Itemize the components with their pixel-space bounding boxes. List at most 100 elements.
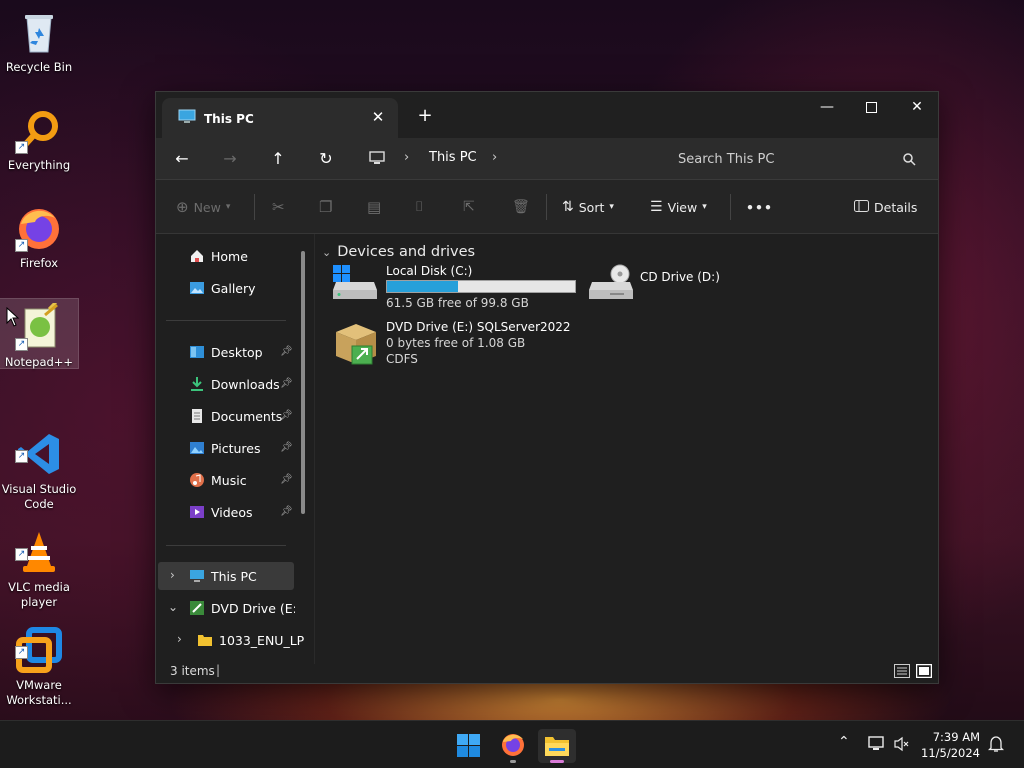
toolbar-divider	[546, 194, 547, 220]
rename-button[interactable]: ⌷	[415, 196, 423, 218]
sort-icon: ⇅	[562, 199, 574, 215]
share-button[interactable]: ⇱	[463, 196, 475, 218]
desktop-icon-vscode[interactable]: ↗ Visual Studio Code	[0, 394, 78, 511]
chevron-right-icon[interactable]: ›	[170, 568, 175, 582]
clock-time: 7:39 AM	[932, 730, 980, 744]
chevron-right-icon[interactable]: ›	[177, 632, 182, 646]
sidebar-item-label: Downloads	[211, 377, 280, 392]
videos-icon	[190, 506, 204, 518]
drive-filesystem: CDFS	[386, 352, 418, 366]
pictures-icon	[190, 442, 204, 454]
new-button[interactable]: ⊕ New ▾	[176, 196, 230, 218]
sidebar-item-home[interactable]: Home	[156, 242, 294, 270]
pane-divider[interactable]	[314, 234, 315, 664]
copy-button[interactable]: ❐	[319, 196, 332, 218]
clipboard-icon: ▤	[367, 198, 382, 216]
search-icon	[903, 153, 916, 166]
refresh-button[interactable]: ↻	[314, 147, 338, 171]
sort-button[interactable]: ⇅ Sort ▾	[562, 196, 614, 218]
maximize-button[interactable]	[848, 92, 894, 122]
sidebar-item-videos[interactable]: Videos 📌︎	[156, 498, 294, 526]
sidebar-item-music[interactable]: Music 📌︎	[156, 466, 294, 494]
tab-this-pc[interactable]: This PC ✕	[162, 98, 398, 138]
desktop-icon-label: Firefox	[19, 256, 59, 270]
taskbar-firefox[interactable]	[495, 729, 531, 763]
drive-local-disk-c[interactable]: Local Disk (C:) 61.5 GB free of 99.8 GB	[332, 262, 580, 312]
group-header-devices[interactable]: ⌄ Devices and drives	[322, 244, 475, 260]
sidebar-item-dvd-drive[interactable]: ⌄ DVD Drive (E:) SQ	[156, 594, 295, 622]
breadcrumb-chevron-icon[interactable]: ›	[404, 150, 409, 165]
drive-free-space: 0 bytes free of 1.08 GB	[386, 336, 526, 350]
shortcut-arrow-icon: ↗	[15, 141, 28, 154]
drive-dvd-e[interactable]: DVD Drive (E:) SQLServer2022 0 bytes fre…	[332, 320, 592, 372]
large-icons-view-icon[interactable]	[916, 664, 932, 678]
hard-drive-windows-icon	[333, 265, 377, 299]
breadcrumb-this-pc[interactable]: This PC	[429, 150, 477, 165]
details-label: Details	[874, 199, 918, 215]
running-indicator	[510, 760, 516, 763]
sidebar-scrollbar[interactable]	[301, 251, 305, 514]
firefox-icon: ↗	[15, 204, 63, 252]
firefox-icon	[502, 734, 524, 756]
sidebar-item-1033-enu-lp[interactable]: › 1033_ENU_LP	[156, 626, 304, 654]
taskbar-file-explorer[interactable]	[538, 729, 576, 763]
close-window-button[interactable]: ✕	[894, 92, 940, 122]
chevron-down-icon[interactable]: ⌄	[168, 600, 178, 614]
sidebar-item-this-pc[interactable]: › This PC	[158, 562, 294, 590]
pin-icon: 📌︎	[280, 506, 293, 517]
back-button[interactable]: ←	[170, 147, 194, 171]
cut-button[interactable]: ✂	[272, 196, 285, 218]
view-button[interactable]: ☰ View ▾	[650, 196, 707, 218]
show-hidden-icons-button[interactable]: ⌃	[838, 734, 850, 750]
cd-drive-icon	[589, 264, 633, 299]
volume-muted-icon[interactable]	[893, 736, 911, 752]
start-button[interactable]	[450, 729, 486, 763]
desktop-icon-label: Recycle Bin	[5, 60, 73, 74]
tab-title: This PC	[204, 112, 254, 126]
pin-icon: 📌︎	[280, 474, 293, 485]
new-tab-button[interactable]: +	[414, 106, 436, 128]
title-bar: This PC ✕ + — ✕	[156, 92, 938, 138]
network-icon[interactable]	[868, 736, 886, 752]
sidebar-item-label: DVD Drive (E:) SQ	[211, 601, 295, 616]
details-pane-button[interactable]: Details	[854, 196, 917, 218]
desktop-icon-label: Notepad++	[4, 355, 74, 369]
desktop-icon-recycle-bin[interactable]: Recycle Bin	[0, 2, 78, 78]
delete-button[interactable]: 🗑︎	[512, 196, 530, 218]
drive-cd-d[interactable]: CD Drive (D:)	[588, 262, 738, 310]
system-clock[interactable]: 7:39 AM 11/5/2024	[921, 729, 980, 761]
desktop-icon-vlc[interactable]: ↗ VLC media player	[0, 492, 78, 609]
minimize-button[interactable]: —	[804, 92, 850, 122]
desktop-icon-everything[interactable]: ↗ Everything	[0, 100, 78, 176]
up-button[interactable]: ↑	[266, 147, 290, 171]
close-tab-button[interactable]: ✕	[368, 107, 388, 127]
shortcut-arrow-icon: ↗	[15, 548, 28, 561]
search-box[interactable]: Search This PC	[668, 144, 930, 174]
sidebar-divider	[166, 545, 286, 546]
scissors-icon: ✂	[272, 198, 285, 216]
forward-button[interactable]: →	[218, 147, 242, 171]
desktop-icon-firefox[interactable]: ↗ Firefox	[0, 198, 78, 274]
sidebar-item-downloads[interactable]: Downloads 📌︎	[156, 370, 294, 398]
pin-icon: 📌︎	[280, 378, 293, 389]
chevron-down-icon: ▾	[702, 202, 707, 212]
music-icon	[190, 473, 204, 487]
more-options-button[interactable]: •••	[746, 196, 773, 218]
pin-icon: 📌︎	[280, 410, 293, 421]
sidebar-item-label: Pictures	[211, 441, 261, 456]
notification-bell-icon[interactable]	[988, 735, 1004, 753]
sidebar-item-documents[interactable]: Documents 📌︎	[156, 402, 294, 430]
details-view-icon[interactable]	[894, 664, 910, 678]
paste-button[interactable]: ▤	[367, 196, 381, 218]
content-pane: ⌄ Devices and drives Local Disk (C:) 61.…	[316, 234, 938, 664]
sidebar-item-pictures[interactable]: Pictures 📌︎	[156, 434, 294, 462]
desktop-icon-label: Everything	[7, 158, 71, 172]
sidebar-item-desktop[interactable]: Desktop 📌︎	[156, 338, 294, 366]
drive-name: Local Disk (C:)	[386, 264, 473, 278]
pin-icon: 📌︎	[280, 346, 293, 357]
desktop-icon-vmware[interactable]: ↗ VMware Workstati...	[0, 590, 78, 707]
item-count: 3 items	[170, 664, 215, 678]
sidebar-item-gallery[interactable]: Gallery	[156, 274, 294, 302]
taskbar: ⌃ 7:39 AM 11/5/2024	[0, 720, 1024, 768]
breadcrumb-chevron-icon[interactable]: ›	[492, 150, 497, 165]
